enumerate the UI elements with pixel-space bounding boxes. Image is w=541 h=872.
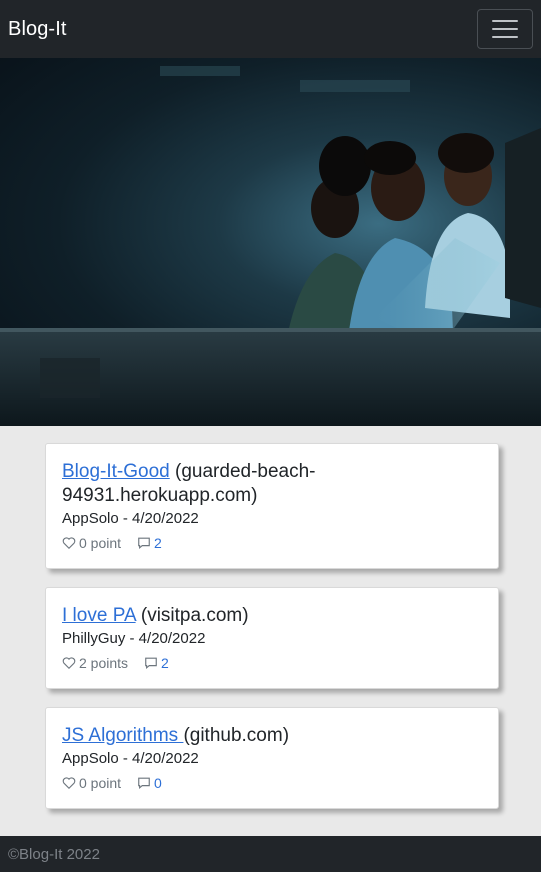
- navbar: Blog-It: [0, 0, 541, 58]
- comment-icon: [138, 777, 150, 790]
- comment-icon: [138, 537, 150, 550]
- points-stat[interactable]: 0 point: [62, 535, 121, 551]
- points-stat[interactable]: 2 points: [62, 655, 128, 671]
- post-title-link[interactable]: I love PA: [62, 605, 136, 626]
- post-card: I love PA (visitpa.com) PhillyGuy - 4/20…: [45, 587, 499, 689]
- post-card: Blog-It-Good (guarded-beach-94931.heroku…: [45, 443, 499, 569]
- brand-link[interactable]: Blog-It: [8, 18, 67, 41]
- post-meta: PhillyGuy - 4/20/2022: [62, 630, 206, 647]
- heart-icon: [62, 537, 76, 550]
- post-list: Blog-It-Good (guarded-beach-94931.heroku…: [45, 443, 499, 827]
- people-at-computer-photo: [0, 66, 541, 426]
- post-domain: (github.com): [183, 725, 290, 746]
- hero-image: [0, 58, 541, 426]
- post-title-link[interactable]: JS Algorithms: [62, 725, 183, 746]
- post-domain: (visitpa.com): [140, 605, 249, 626]
- post-stats: 0 point 2: [62, 535, 482, 551]
- post-stats: 2 points 2: [62, 655, 482, 671]
- post-stats: 0 point 0: [62, 775, 482, 791]
- post-meta: AppSolo - 4/20/2022: [62, 750, 199, 767]
- post-card: JS Algorithms (github.com) AppSolo - 4/2…: [45, 707, 499, 809]
- comment-icon: [145, 657, 157, 670]
- post-title-line: JS Algorithms (github.com): [62, 724, 482, 748]
- post-title-line: Blog-It-Good (guarded-beach-94931.heroku…: [62, 460, 482, 508]
- comments-count: 2: [161, 655, 169, 671]
- points-stat[interactable]: 0 point: [62, 775, 121, 791]
- post-meta: AppSolo - 4/20/2022: [62, 510, 199, 527]
- comments-link[interactable]: 2: [137, 535, 162, 551]
- comments-count: 0: [154, 775, 162, 791]
- heart-icon: [62, 657, 76, 670]
- points-count: 0 point: [79, 775, 122, 791]
- hamburger-menu-button[interactable]: [477, 9, 533, 49]
- footer: ©Blog-It 2022: [0, 836, 541, 872]
- points-count: 2 points: [79, 655, 129, 671]
- hamburger-menu-icon-bar: [492, 36, 518, 38]
- points-count: 0 point: [79, 535, 122, 551]
- post-title-line: I love PA (visitpa.com): [62, 604, 482, 628]
- hamburger-menu-icon-bar: [492, 20, 518, 22]
- comments-link[interactable]: 2: [144, 655, 169, 671]
- comments-count: 2: [154, 535, 162, 551]
- hamburger-menu-icon-bar: [492, 28, 518, 30]
- comments-link[interactable]: 0: [137, 775, 162, 791]
- footer-copyright: ©Blog-It 2022: [8, 845, 100, 863]
- heart-icon: [62, 777, 76, 790]
- post-title-link[interactable]: Blog-It-Good: [62, 461, 170, 482]
